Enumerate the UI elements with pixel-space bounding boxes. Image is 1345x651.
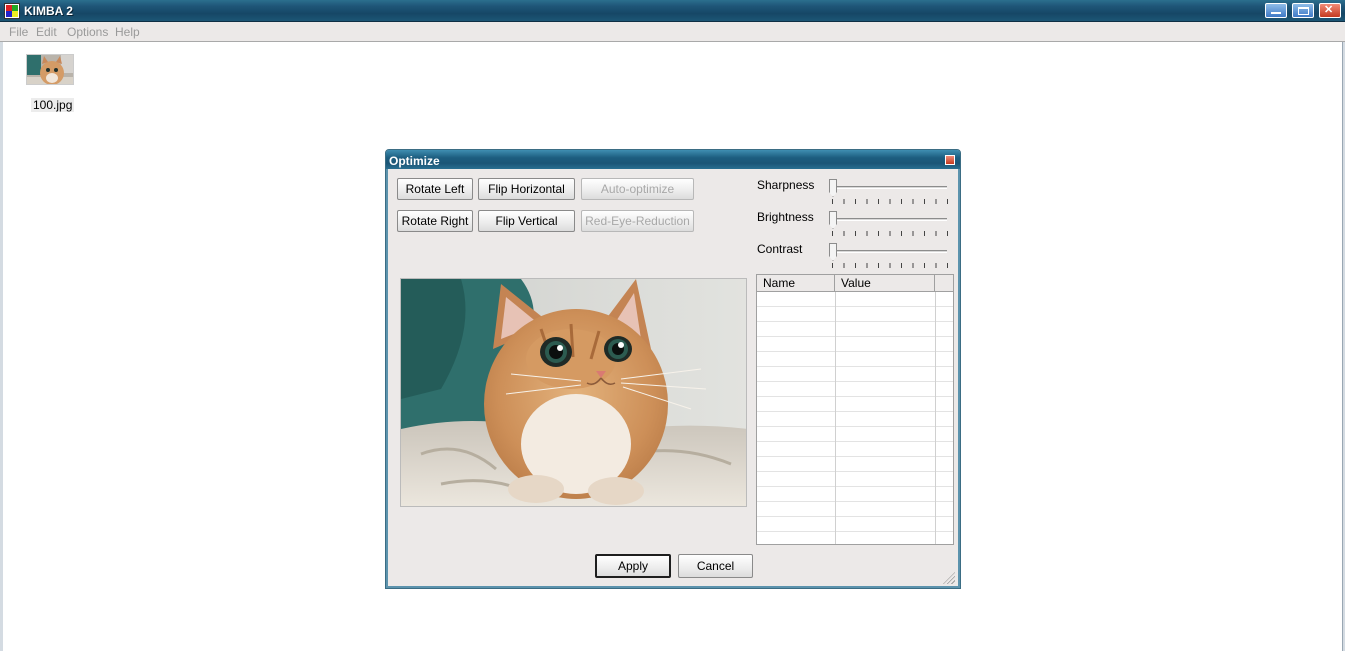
dialog-close-button[interactable] <box>945 155 955 165</box>
cancel-button[interactable]: Cancel <box>678 554 753 578</box>
rotate-left-button[interactable]: Rotate Left <box>397 178 473 200</box>
menu-edit[interactable]: Edit <box>36 25 57 39</box>
properties-grid[interactable]: Name Value <box>756 274 954 545</box>
thumbnail-filename[interactable]: 100.jpg <box>31 98 75 112</box>
menu-help[interactable]: Help <box>115 25 140 39</box>
rotate-right-button[interactable]: Rotate Right <box>397 210 473 232</box>
brightness-ticks <box>832 231 948 236</box>
flip-vertical-button[interactable]: Flip Vertical <box>478 210 575 232</box>
image-thumbnail[interactable] <box>26 54 74 85</box>
flip-horizontal-button[interactable]: Flip Horizontal <box>478 178 575 200</box>
menu-bar: File Edit Options Help <box>0 22 1345 42</box>
grid-rows <box>757 292 953 544</box>
contrast-track[interactable] <box>831 250 947 253</box>
maximize-button[interactable] <box>1292 3 1314 18</box>
red-eye-reduction-button[interactable]: Red-Eye-Reduction <box>581 210 694 232</box>
window-border-left <box>0 42 3 651</box>
resize-grip[interactable] <box>943 572 955 584</box>
window-title: KIMBA 2 <box>24 4 73 18</box>
grid-header-value[interactable]: Value <box>835 275 935 292</box>
cat-thumbnail-image <box>27 55 73 84</box>
brightness-track[interactable] <box>831 218 947 221</box>
sharpness-track[interactable] <box>831 186 947 189</box>
maximize-icon <box>1298 7 1309 15</box>
cat-preview-image <box>401 279 746 506</box>
main-titlebar[interactable]: KIMBA 2 ✕ <box>0 0 1345 22</box>
dialog-title: Optimize <box>389 154 440 168</box>
contrast-slider-thumb[interactable] <box>829 243 837 261</box>
close-icon: ✕ <box>1324 4 1334 16</box>
dialog-titlebar[interactable]: Optimize <box>386 150 960 169</box>
contrast-label: Contrast <box>757 242 803 256</box>
optimize-dialog: Optimize Rotate Left Flip Horizontal Aut… <box>385 149 961 589</box>
sharpness-slider-thumb[interactable] <box>829 179 837 197</box>
grid-column-divider <box>935 292 936 544</box>
sharpness-label: Sharpness <box>757 178 815 192</box>
menu-file[interactable]: File <box>9 25 28 39</box>
brightness-slider-thumb[interactable] <box>829 211 837 229</box>
app-icon[interactable] <box>4 3 20 19</box>
dialog-body: Rotate Left Flip Horizontal Auto-optimiz… <box>389 169 957 586</box>
grid-header-name[interactable]: Name <box>757 275 835 292</box>
grid-column-divider <box>835 292 836 544</box>
menu-options[interactable]: Options <box>67 25 108 39</box>
minimize-icon <box>1271 12 1281 14</box>
close-button[interactable]: ✕ <box>1319 3 1341 18</box>
minimize-button[interactable] <box>1265 3 1287 18</box>
brightness-label: Brightness <box>757 210 814 224</box>
sharpness-ticks <box>832 199 948 204</box>
image-preview <box>400 278 747 507</box>
grid-header: Name Value <box>757 275 953 292</box>
auto-optimize-button[interactable]: Auto-optimize <box>581 178 694 200</box>
contrast-ticks <box>832 263 948 268</box>
apply-button[interactable]: Apply <box>595 554 671 578</box>
